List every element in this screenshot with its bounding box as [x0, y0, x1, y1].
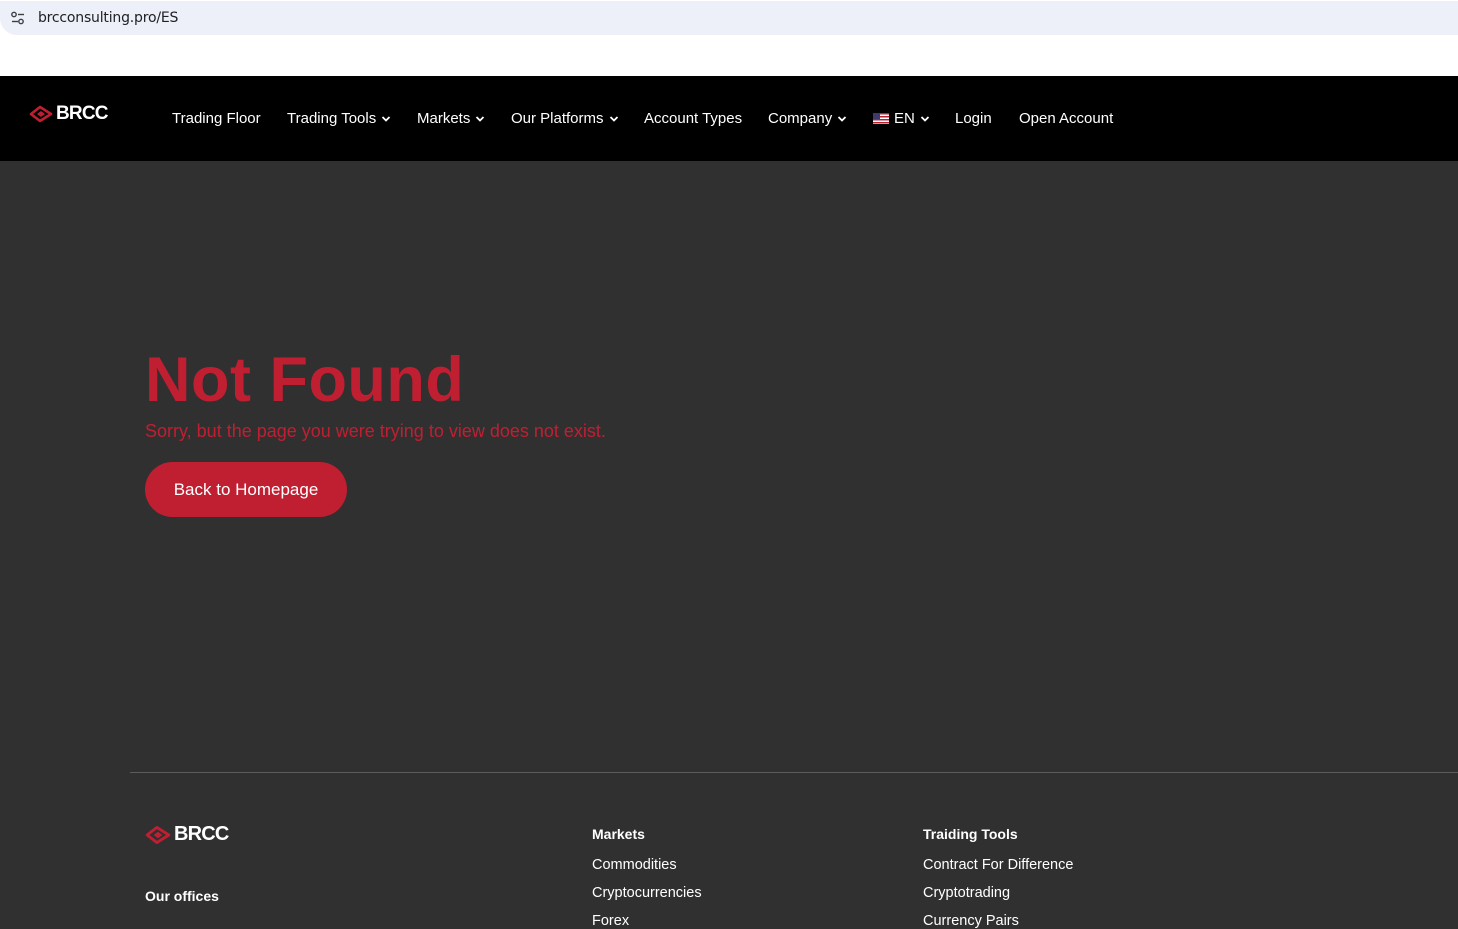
page-title: Not Found	[145, 345, 465, 415]
url-text[interactable]: brcconsulting.pro/ES	[38, 10, 178, 26]
back-to-homepage-button[interactable]: Back to Homepage	[145, 462, 347, 517]
nav-label: Trading Floor	[172, 110, 261, 127]
footer-tools-heading: Traiding Tools	[923, 826, 1018, 842]
brcc-logo-icon	[29, 105, 53, 123]
footer-link-cryptocurrencies[interactable]: Cryptocurrencies	[592, 885, 702, 901]
nav-label: Trading Tools	[287, 110, 377, 127]
language-label: EN	[894, 110, 915, 127]
site-header: BRCC Trading Floor Trading Tools Markets…	[0, 76, 1458, 161]
chevron-down-icon	[920, 115, 929, 122]
nav-label: Company	[768, 110, 833, 127]
chevron-down-icon	[609, 115, 618, 122]
nav-company[interactable]: Company	[768, 110, 847, 127]
footer-link-currency-pairs[interactable]: Currency Pairs	[923, 913, 1019, 929]
error-message: Sorry, but the page you were trying to v…	[145, 421, 606, 441]
footer-offices-heading: Our offices	[145, 888, 219, 904]
nav-trading-floor[interactable]: Trading Floor	[172, 110, 261, 127]
footer-link-cryptotrading[interactable]: Cryptotrading	[923, 885, 1010, 901]
footer-link-commodities[interactable]: Commodities	[592, 857, 677, 873]
nav-markets[interactable]: Markets	[417, 110, 485, 127]
url-bar[interactable]: brcconsulting.pro/ES	[0, 1, 1458, 35]
nav-label: Login	[955, 110, 992, 127]
footer-logo[interactable]: BRCC	[145, 823, 229, 846]
nav-trading-tools[interactable]: Trading Tools	[287, 110, 391, 127]
brand-logo[interactable]: BRCC	[29, 103, 108, 125]
us-flag-icon	[873, 113, 889, 124]
nav-label: Our Platforms	[511, 110, 604, 127]
footer-divider	[130, 772, 1458, 773]
chevron-down-icon	[382, 115, 391, 122]
footer-link-cfd[interactable]: Contract For Difference	[923, 857, 1073, 873]
tune-icon[interactable]	[10, 10, 26, 26]
chevron-down-icon	[838, 115, 847, 122]
nav-our-platforms[interactable]: Our Platforms	[511, 110, 619, 127]
chevron-down-icon	[476, 115, 485, 122]
nav-label: Markets	[417, 110, 471, 127]
footer-link-forex[interactable]: Forex	[592, 913, 629, 929]
brcc-logo-icon	[145, 825, 171, 844]
footer-logo-text: BRCC	[174, 823, 229, 845]
nav-label: Open Account	[1019, 110, 1114, 127]
open-account-link[interactable]: Open Account	[1019, 110, 1113, 127]
footer-markets-heading: Markets	[592, 826, 645, 842]
login-link[interactable]: Login	[955, 110, 992, 127]
nav-account-types[interactable]: Account Types	[644, 110, 742, 127]
browser-address-bar: brcconsulting.pro/ES	[0, 0, 1458, 76]
nav-label: Account Types	[644, 110, 743, 127]
brand-logo-text: BRCC	[56, 103, 108, 124]
language-selector[interactable]: EN	[873, 110, 930, 127]
